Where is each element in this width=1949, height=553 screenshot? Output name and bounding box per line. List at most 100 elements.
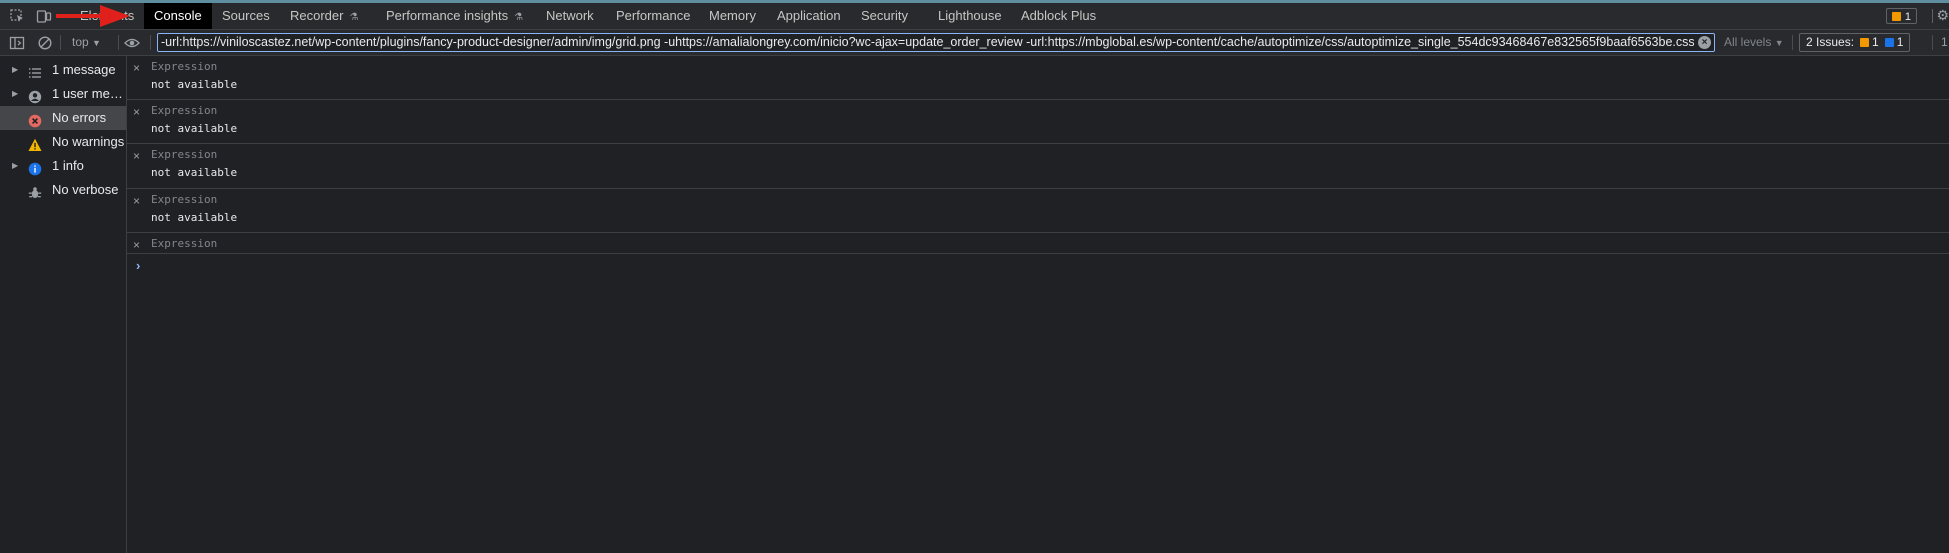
user-icon bbox=[28, 88, 42, 104]
remove-expression-icon[interactable]: × bbox=[133, 105, 140, 119]
tab-label: Memory bbox=[709, 8, 756, 23]
expression-name[interactable]: Expression bbox=[151, 148, 217, 161]
tab-network[interactable]: Network bbox=[536, 3, 604, 29]
console-filter-input[interactable]: -url:https://viniloscastez.net/wp-conten… bbox=[157, 33, 1715, 52]
live-expression-row[interactable]: × Expression not available bbox=[127, 100, 1949, 144]
live-expression-row[interactable]: × Expression not available bbox=[127, 189, 1949, 233]
sidebar-item-label: No verbose bbox=[52, 182, 119, 197]
expression-name[interactable]: Expression bbox=[151, 104, 217, 117]
experimental-flask-icon: ⚗ bbox=[349, 12, 359, 23]
tab-console[interactable]: Console bbox=[144, 3, 212, 29]
context-label: top bbox=[72, 35, 89, 49]
devtools-tab-bar: ElementsConsoleSourcesRecorder⚗Performan… bbox=[0, 3, 1949, 30]
remove-expression-icon[interactable]: × bbox=[133, 194, 140, 208]
tab-recorder[interactable]: Recorder ⚗ bbox=[280, 3, 368, 29]
annotation-arrow-icon bbox=[56, 5, 130, 27]
live-expression-eye-icon[interactable] bbox=[124, 35, 140, 51]
issues-label: 2 Issues: bbox=[1806, 35, 1855, 49]
info-icon bbox=[28, 160, 42, 176]
toolbar-separator bbox=[1792, 35, 1793, 50]
tab-label: Sources bbox=[222, 8, 270, 23]
tab-label: Performance insights bbox=[386, 8, 509, 23]
console-prompt-icon[interactable]: › bbox=[136, 258, 140, 273]
sidebar-item-error[interactable]: No errors bbox=[0, 106, 126, 130]
expression-name[interactable]: Expression bbox=[151, 237, 217, 250]
expand-caret-icon[interactable]: ▶ bbox=[12, 82, 18, 106]
console-main: × Expression not available × Expression not a… bbox=[127, 56, 1949, 553]
issues-button[interactable]: 2 Issues: 1 1 bbox=[1799, 33, 1911, 52]
warning-icon bbox=[28, 136, 42, 151]
live-expression-row[interactable]: × Expression not available bbox=[127, 56, 1949, 100]
tab-performance-insights[interactable]: Performance insights ⚗ bbox=[376, 3, 533, 29]
info-square-icon bbox=[1884, 38, 1894, 47]
tab-label: Application bbox=[777, 8, 841, 23]
tab-label: Security bbox=[861, 8, 908, 23]
sidebar-item-label: No errors bbox=[52, 110, 107, 125]
expression-name[interactable]: Expression bbox=[151, 60, 217, 73]
tab-label: Adblock Plus bbox=[1021, 8, 1097, 23]
filter-text[interactable]: -url:https://viniloscastez.net/wp-conten… bbox=[161, 34, 1694, 51]
toolbar-separator bbox=[150, 35, 151, 50]
tab-adblock-plus[interactable]: Adblock Plus bbox=[1011, 3, 1106, 29]
tab-lighthouse[interactable]: Lighthouse bbox=[928, 3, 1012, 29]
tab-security[interactable]: Security bbox=[851, 3, 918, 29]
sidebar-item-user[interactable]: ▶ 1 user messages bbox=[0, 82, 126, 106]
context-selector[interactable]: top ▼ bbox=[72, 30, 101, 55]
sidebar-item-label: No warnings bbox=[52, 134, 125, 149]
tab-label: Network bbox=[546, 8, 594, 23]
remove-expression-icon[interactable]: × bbox=[133, 149, 140, 163]
experimental-flask-icon: ⚗ bbox=[514, 12, 524, 23]
live-expression-row[interactable]: × Expression bbox=[127, 233, 1949, 254]
show-sidebar-icon[interactable] bbox=[9, 35, 25, 51]
toolbar-separator bbox=[1932, 35, 1933, 50]
sidebar-item-verbose[interactable]: No verbose bbox=[0, 178, 126, 202]
clear-filter-icon[interactable]: × bbox=[1698, 36, 1711, 49]
clear-console-icon[interactable] bbox=[37, 35, 53, 51]
console-sidebar: ▶ 1 message ▶ 1 user messages No errors No wa… bbox=[0, 56, 127, 553]
remove-expression-icon[interactable]: × bbox=[133, 238, 140, 252]
tabbar-separator bbox=[1932, 9, 1933, 23]
sidebar-item-label: 1 user messages bbox=[52, 86, 125, 101]
expand-caret-icon[interactable]: ▶ bbox=[12, 154, 18, 178]
console-toolbar: top ▼ -url:https://viniloscastez.net/wp-… bbox=[0, 30, 1949, 56]
issues-info-count: 1 bbox=[1896, 35, 1904, 49]
warning-square-icon bbox=[1860, 38, 1870, 47]
expression-value: not available bbox=[151, 166, 238, 179]
expression-value: not available bbox=[151, 211, 238, 224]
sidebar-item-warning[interactable]: No warnings bbox=[0, 130, 126, 154]
settings-gear-icon[interactable]: ⚙ bbox=[1936, 7, 1949, 24]
expand-caret-icon[interactable]: ▶ bbox=[12, 58, 18, 82]
tab-performance[interactable]: Performance bbox=[606, 3, 700, 29]
hidden-messages-count: 1 bbox=[1941, 35, 1948, 49]
tab-sources[interactable]: Sources bbox=[212, 3, 280, 29]
remove-expression-icon[interactable]: × bbox=[133, 61, 140, 75]
inspect-element-icon[interactable] bbox=[9, 8, 25, 24]
issues-counter-badge[interactable]: 1 bbox=[1885, 8, 1917, 24]
chevron-down-icon: ▼ bbox=[1774, 38, 1784, 48]
tab-memory[interactable]: Memory bbox=[699, 3, 766, 29]
chevron-down-icon: ▼ bbox=[92, 38, 101, 48]
sidebar-item-label: 1 info bbox=[52, 158, 84, 173]
tab-label: Lighthouse bbox=[938, 8, 1002, 23]
error-icon bbox=[28, 112, 42, 128]
tab-label: Performance bbox=[616, 8, 691, 23]
issues-warning-count: 1 bbox=[1872, 35, 1879, 49]
toolbar-separator bbox=[60, 35, 61, 50]
log-levels-dropdown[interactable]: All levels ▼ bbox=[1724, 30, 1784, 55]
live-expression-row[interactable]: × Expression not available bbox=[127, 144, 1949, 189]
tab-application[interactable]: Application bbox=[767, 3, 851, 29]
toolbar-separator bbox=[118, 35, 119, 50]
tab-label: Recorder bbox=[290, 8, 344, 23]
sidebar-item-list[interactable]: ▶ 1 message bbox=[0, 58, 126, 82]
expression-name[interactable]: Expression bbox=[151, 193, 217, 206]
device-toolbar-icon[interactable] bbox=[36, 8, 52, 24]
sidebar-item-label: 1 message bbox=[52, 62, 116, 77]
issues-count: 1 bbox=[1904, 11, 1911, 23]
warning-square-icon bbox=[1891, 12, 1901, 21]
sidebar-item-info[interactable]: ▶ 1 info bbox=[0, 154, 126, 178]
list-icon bbox=[28, 64, 42, 78]
tab-label: Console bbox=[154, 8, 202, 23]
expression-value: not available bbox=[151, 78, 238, 91]
log-levels-label: All levels bbox=[1724, 35, 1772, 49]
verbose-icon bbox=[28, 184, 42, 198]
